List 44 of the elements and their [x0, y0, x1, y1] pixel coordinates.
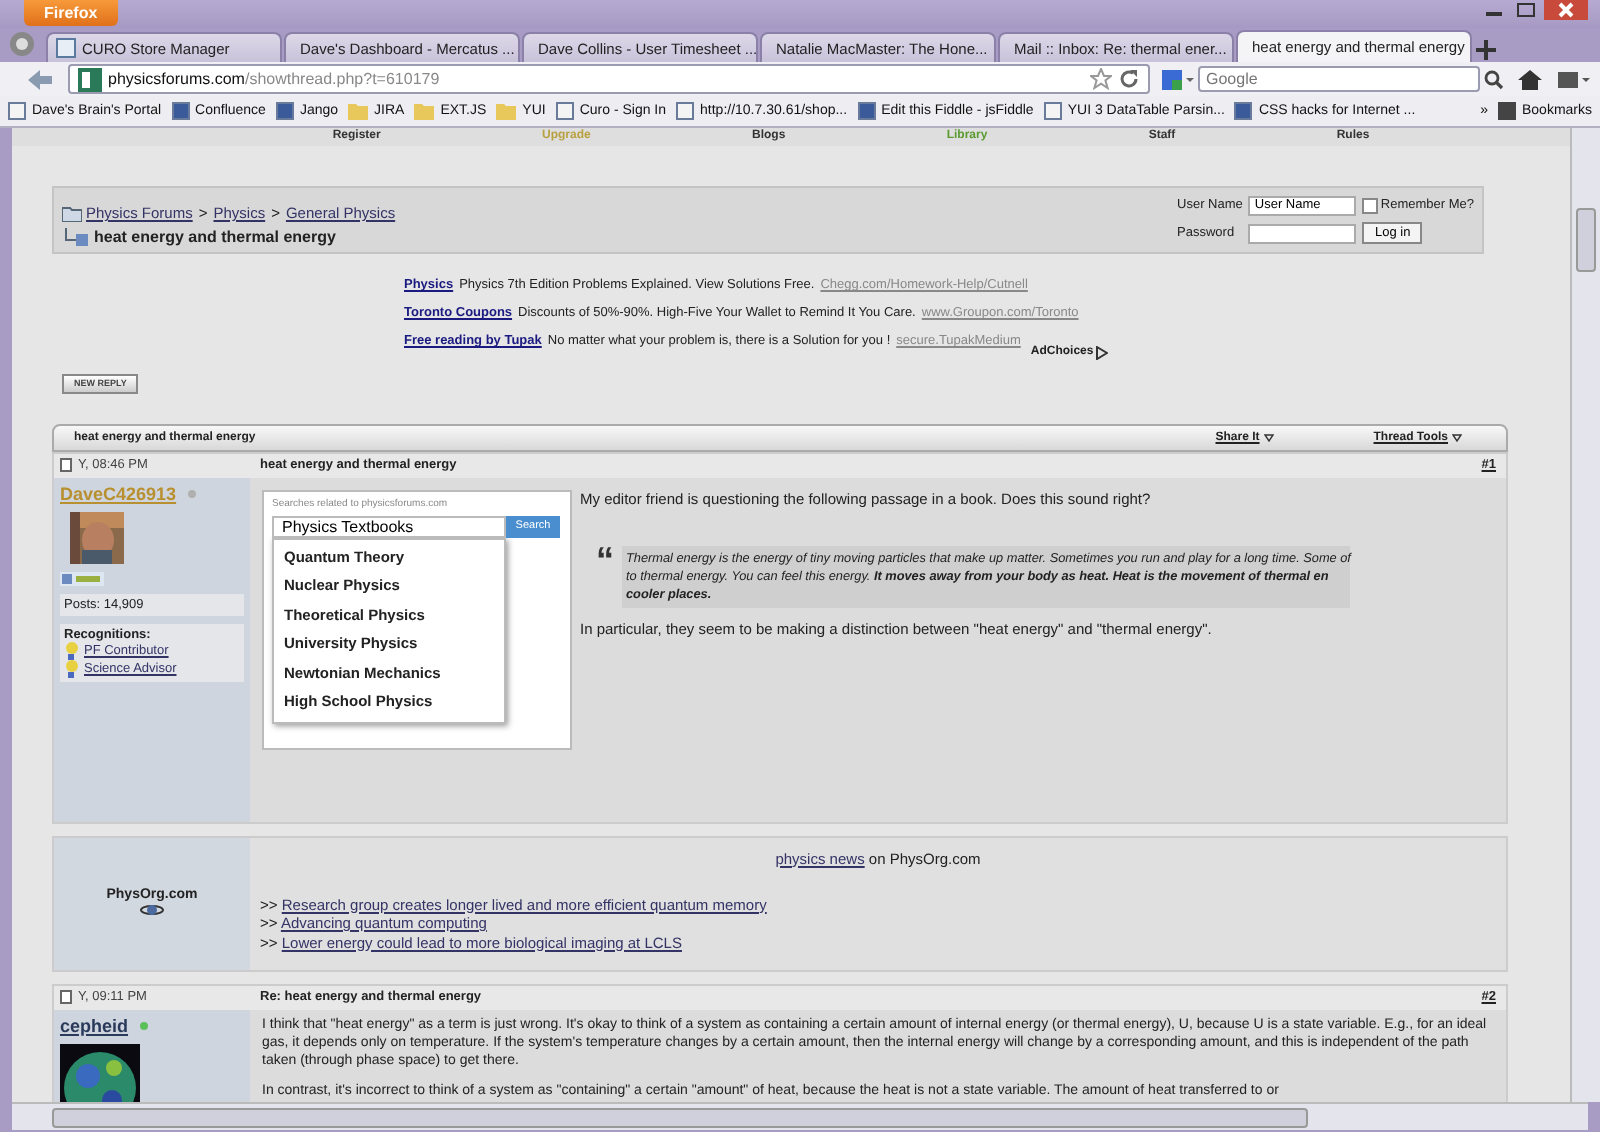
search-field[interactable]: Physics Textbooks [272, 515, 506, 537]
reload-icon[interactable] [1118, 68, 1140, 90]
folder-icon [496, 102, 517, 120]
planet-icon [140, 902, 164, 918]
vertical-scrollbar[interactable] [1570, 128, 1600, 1102]
site-favicon-icon [78, 67, 102, 91]
favicon-icon [857, 102, 876, 120]
checkbox[interactable] [1362, 197, 1379, 214]
search-field[interactable]: Google [1198, 66, 1480, 92]
maximize-icon[interactable] [1512, 0, 1540, 20]
post-icon [60, 990, 72, 1004]
favicon-icon [275, 102, 294, 120]
caret-icon [1263, 433, 1274, 441]
horizontal-scrollbar[interactable] [12, 1102, 1588, 1130]
password-field[interactable] [1248, 223, 1357, 244]
new-tab-icon[interactable] [1474, 38, 1498, 62]
favicon-icon [1043, 102, 1062, 120]
favicon-icon [555, 102, 574, 120]
favicon-icon [171, 102, 190, 120]
favicon-icon [1234, 102, 1253, 120]
folder-icon [348, 102, 369, 120]
app-tab-icon[interactable] [8, 30, 36, 58]
favicon-icon [56, 38, 76, 58]
play-icon [1095, 345, 1108, 359]
star-icon[interactable] [1090, 68, 1112, 90]
back-icon[interactable] [24, 65, 56, 93]
quote-mark: “ [596, 545, 614, 583]
post-icon [60, 458, 72, 472]
thread-arrow-icon [62, 228, 90, 246]
username-link[interactable]: cepheid [60, 1015, 129, 1035]
user-badge-icon [60, 571, 104, 585]
bookmarks-toolbar-icon[interactable] [1556, 67, 1592, 91]
home-icon[interactable] [1516, 67, 1544, 91]
search-icon[interactable] [1484, 69, 1504, 89]
folder-icon [62, 205, 82, 221]
favicon-icon [676, 102, 695, 120]
favicon-icon [8, 102, 26, 120]
google-icon[interactable] [1162, 69, 1194, 89]
address-bar[interactable]: physicsforums.com/showthread.php?t=610179 [68, 64, 1150, 94]
thread-title: heat energy and thermal energy [94, 228, 336, 246]
folder-icon [414, 102, 435, 120]
bookmarks-icon [1497, 102, 1516, 120]
caret-icon [1452, 433, 1462, 441]
close-icon[interactable] [1544, 0, 1588, 20]
